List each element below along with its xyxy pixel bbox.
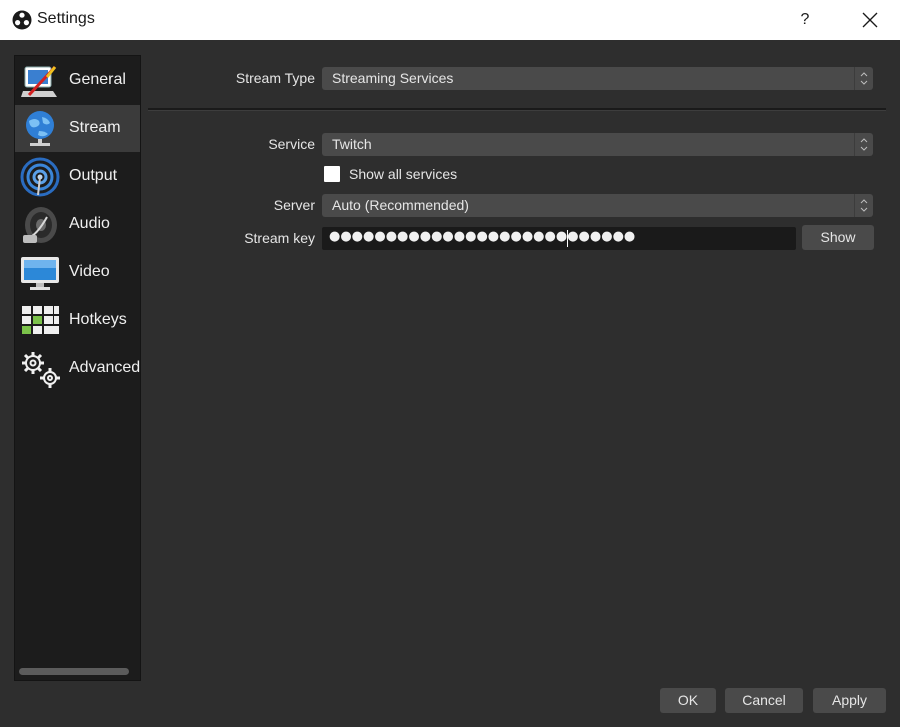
stream-key-input[interactable]: ●●●●●●●●●●●●●●●●●●●●●●●●●●● <box>322 227 796 250</box>
cancel-button[interactable]: Cancel <box>725 688 803 713</box>
stream-type-label: Stream Type <box>235 70 315 86</box>
service-dropdown[interactable]: Twitch <box>322 133 873 156</box>
stream-key-value: ●●●●●●●●●●●●●●●●●●●●●●●●●●● <box>329 229 636 244</box>
text-caret <box>567 230 568 247</box>
service-label: Service <box>268 136 315 152</box>
sidebar-item-label: Advanced <box>69 359 141 376</box>
sidebar-item-label: Audio <box>69 215 110 232</box>
server-value: Auto (Recommended) <box>332 197 469 213</box>
section-separator <box>148 108 886 111</box>
sidebar-item-label: Hotkeys <box>69 311 127 328</box>
help-button[interactable]: ? <box>792 4 818 36</box>
general-icon <box>21 65 57 97</box>
settings-window: Settings ? General Stream Output Audio V… <box>0 0 900 727</box>
title-bar: Settings ? <box>0 0 900 40</box>
server-dropdown[interactable]: Auto (Recommended) <box>322 194 873 217</box>
service-value: Twitch <box>332 136 372 152</box>
sidebar-item-label: Video <box>69 263 110 280</box>
speaker-icon <box>23 207 57 243</box>
show-key-button[interactable]: Show <box>802 225 874 250</box>
sidebar-item-advanced[interactable]: Advanced <box>15 345 140 392</box>
sidebar-item-hotkeys[interactable]: Hotkeys <box>15 297 140 344</box>
obs-logo-icon <box>12 10 32 30</box>
updown-arrow-icon <box>854 133 868 156</box>
sidebar-item-audio[interactable]: Audio <box>15 201 140 248</box>
keyboard-icon <box>22 306 59 334</box>
sidebar-item-stream[interactable]: Stream <box>15 105 140 152</box>
settings-sidebar: General Stream Output Audio Video Hotkey… <box>14 55 141 681</box>
window-title: Settings <box>37 10 95 27</box>
apply-button[interactable]: Apply <box>813 688 886 713</box>
show-all-services-label[interactable]: Show all services <box>349 166 457 182</box>
globe-icon <box>26 111 54 146</box>
server-label: Server <box>273 197 315 213</box>
monitor-icon <box>21 257 59 290</box>
sidebar-item-output[interactable]: Output <box>15 153 140 200</box>
ok-button[interactable]: OK <box>660 688 716 713</box>
stream-type-dropdown[interactable]: Streaming Services <box>322 67 873 90</box>
gears-icon <box>22 352 60 388</box>
sidebar-item-video[interactable]: Video <box>15 249 140 296</box>
updown-arrow-icon <box>854 194 868 217</box>
stream-key-label: Stream key <box>244 230 315 246</box>
sidebar-item-label: Stream <box>69 119 121 136</box>
stream-type-value: Streaming Services <box>332 70 454 86</box>
close-icon[interactable] <box>850 4 890 36</box>
dialog-body: General Stream Output Audio Video Hotkey… <box>0 40 900 727</box>
sidebar-item-general[interactable]: General <box>15 57 140 104</box>
sidebar-item-label: Output <box>69 167 118 184</box>
show-all-services-checkbox[interactable] <box>324 166 340 182</box>
broadcast-icon <box>20 157 60 197</box>
updown-arrow-icon <box>854 67 868 90</box>
sidebar-item-label: General <box>69 71 126 88</box>
sidebar-scrollbar[interactable] <box>19 668 129 675</box>
